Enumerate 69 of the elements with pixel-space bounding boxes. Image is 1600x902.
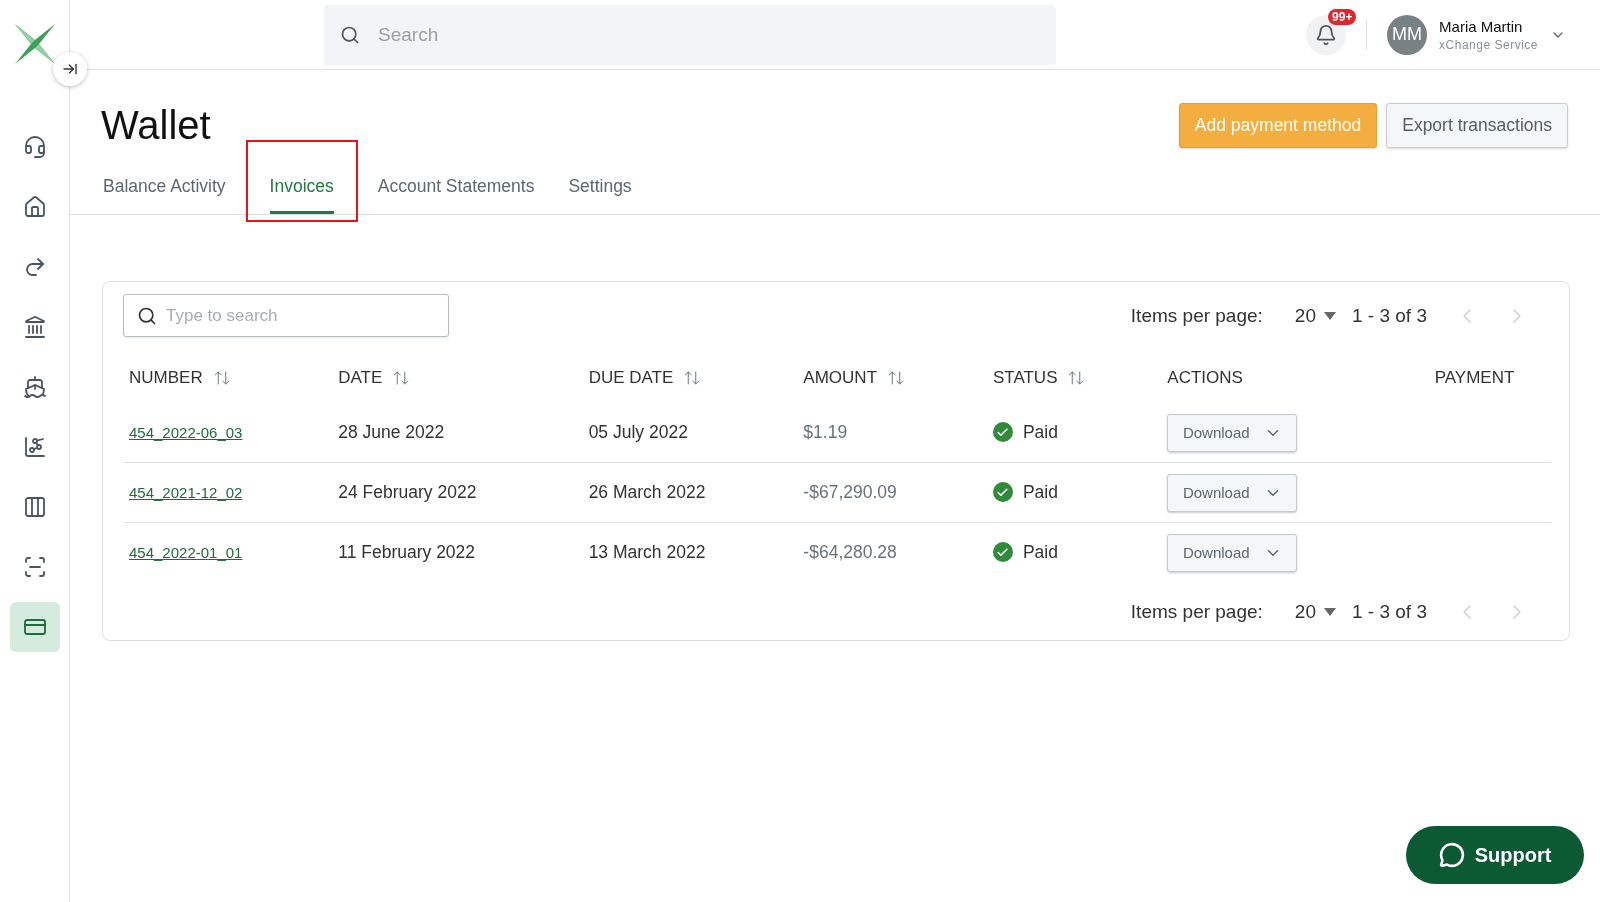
check-icon xyxy=(992,542,1013,562)
tab[interactable]: Invoices xyxy=(245,140,358,222)
column-header[interactable]: NUMBER xyxy=(129,368,203,388)
column-header[interactable]: DATE xyxy=(338,368,383,388)
table-cell: 26 March 2022 xyxy=(582,462,798,523)
download-button[interactable]: Download xyxy=(1167,473,1298,512)
sort-icon[interactable] xyxy=(887,369,906,387)
tab[interactable]: Balance Activity xyxy=(101,170,240,214)
invoice-number-link[interactable]: 454_2022-06_03 xyxy=(129,424,243,441)
logo-icon xyxy=(12,22,57,66)
download-button[interactable]: Download xyxy=(1167,413,1298,452)
column-header: PAYMENT xyxy=(1434,368,1515,388)
chat-bubble-icon[interactable] xyxy=(1438,842,1465,868)
headset-icon[interactable] xyxy=(22,135,47,159)
user-name: Maria Martin xyxy=(1439,17,1524,35)
notification-badge: 99+ xyxy=(1328,8,1357,25)
sort-icon[interactable] xyxy=(1067,369,1086,387)
column-header[interactable]: DUE DATE xyxy=(588,368,674,388)
caret-icon xyxy=(1324,608,1336,616)
sort-icon[interactable] xyxy=(683,369,702,387)
table-cell: $1.19 xyxy=(797,403,987,463)
arrow-to-line-icon[interactable] xyxy=(62,61,78,77)
table-cell: 05 July 2022 xyxy=(582,403,798,463)
columns-icon[interactable] xyxy=(22,495,47,519)
status-text: Paid xyxy=(1022,481,1058,503)
caret-icon xyxy=(1324,311,1336,320)
tab[interactable]: Settings xyxy=(554,170,646,214)
items-per-page-label: Items per page: xyxy=(1130,601,1263,623)
ship-icon[interactable] xyxy=(22,375,47,399)
invoice-number-link[interactable]: 454_2021-12_02 xyxy=(129,484,243,501)
check-icon xyxy=(992,482,1013,502)
bell-icon[interactable] xyxy=(1315,23,1338,46)
column-header[interactable]: AMOUNT xyxy=(803,368,878,388)
bank-icon[interactable] xyxy=(22,315,47,339)
house-icon[interactable] xyxy=(22,195,47,219)
table-cell: -$64,280.28 xyxy=(797,522,987,582)
status-text: Paid xyxy=(1022,541,1058,563)
table-cell: 28 June 2022 xyxy=(332,403,583,463)
sort-icon[interactable] xyxy=(212,369,231,387)
download-button[interactable]: Download xyxy=(1167,533,1298,572)
table-search-field[interactable]: Type to search xyxy=(123,294,449,337)
sort-icon[interactable] xyxy=(392,369,411,387)
column-header: ACTIONS xyxy=(1167,368,1243,388)
items-per-page-label: Items per page: xyxy=(1130,304,1263,327)
tab[interactable]: Account Statements xyxy=(363,170,549,214)
search-icon xyxy=(137,306,157,326)
page-title: Wallet xyxy=(101,103,211,148)
scan-frame-icon[interactable] xyxy=(22,555,47,579)
invoice-number-link[interactable]: 454_2022-01_01 xyxy=(129,544,243,561)
table-cell: 24 February 2022 xyxy=(332,462,583,523)
column-header[interactable]: STATUS xyxy=(992,368,1058,388)
table-cell: -$67,290.09 xyxy=(797,462,987,523)
user-avatar[interactable]: MM xyxy=(1387,14,1428,55)
per-page-select[interactable]: 20 xyxy=(1294,601,1336,623)
per-page-select[interactable]: 20 xyxy=(1294,304,1336,327)
collapse-sidebar-button[interactable] xyxy=(53,52,87,86)
search-field[interactable]: Search xyxy=(324,4,1056,65)
search-icon xyxy=(340,24,360,45)
company-name: xChange Service xyxy=(1439,37,1538,52)
chart-icon[interactable] xyxy=(22,435,47,459)
table-cell: 11 February 2022 xyxy=(332,522,583,582)
nav-item[interactable] xyxy=(9,602,60,652)
table-cell: 13 March 2022 xyxy=(582,522,798,582)
page-range: 1 - 3 of 3 xyxy=(1352,601,1427,623)
export-button[interactable]: Export transactions xyxy=(1386,103,1568,148)
status-text: Paid xyxy=(1022,421,1058,443)
check-icon xyxy=(992,422,1013,442)
page-range: 1 - 3 of 3 xyxy=(1352,304,1427,327)
support-button[interactable]: Support xyxy=(1406,826,1584,884)
